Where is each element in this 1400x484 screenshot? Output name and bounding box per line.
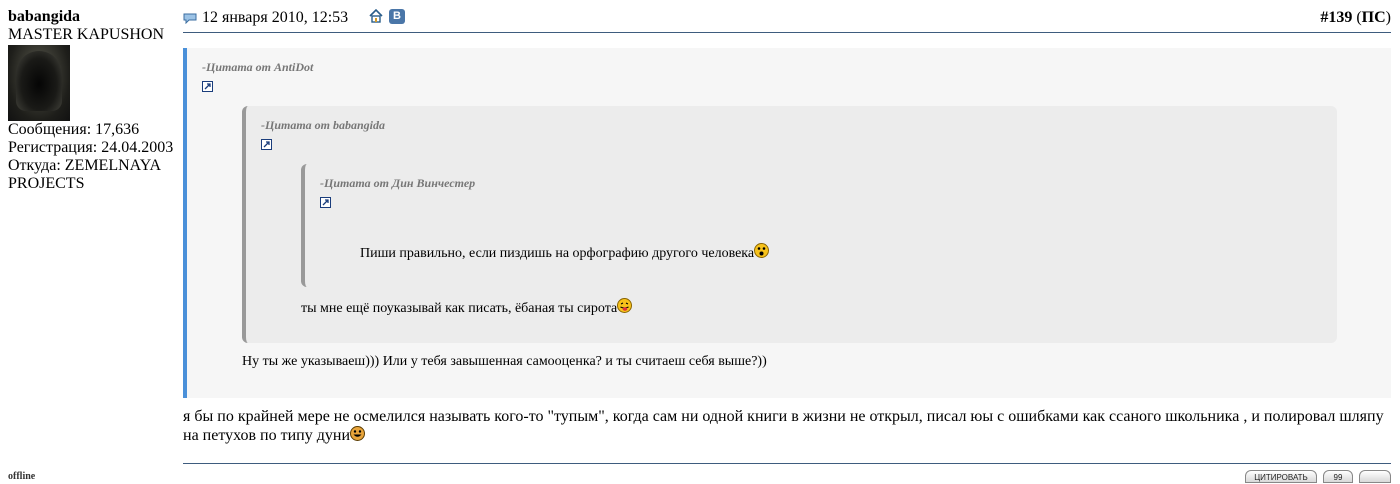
- quote-header: -Цитата от AntiDot: [202, 60, 314, 74]
- status-offline: offline: [8, 471, 36, 482]
- quote-text-content: ты мне ещё поуказывай как писать, ёбаная…: [301, 301, 618, 316]
- ps-label[interactable]: ПС: [1362, 9, 1386, 26]
- user-rank: MASTER KAPUSHON: [8, 26, 165, 43]
- grin-smiley-icon: [350, 426, 365, 441]
- user-posts: Сообщения: 17,636: [8, 121, 140, 138]
- post-message: я бы по крайней мере не осмелился называ…: [183, 408, 1393, 445]
- shocked-smiley-icon: [754, 243, 770, 258]
- ps-open: (: [1352, 9, 1362, 26]
- tongue-smiley-icon: [617, 298, 633, 313]
- post-number[interactable]: #139: [1320, 9, 1352, 26]
- multiquote-button[interactable]: 99: [1323, 470, 1353, 483]
- user-info: babangida MASTER KAPUSHON Сообщения: 17,…: [8, 8, 178, 193]
- quote-header: -Цитата от babangida: [261, 118, 386, 132]
- post-footer: ЦИТИРОВАТЬ 99: [183, 463, 1391, 483]
- username[interactable]: babangida: [8, 8, 178, 26]
- post-icon: [183, 11, 197, 25]
- quote-header: -Цитата от Дин Винчестер: [320, 176, 476, 190]
- quote-text-content: Пиши правильно, если пиздишь на орфограф…: [360, 246, 755, 261]
- ps-close: ): [1385, 9, 1391, 26]
- post-number-block: #139 (ПС): [1320, 9, 1391, 27]
- external-link-icon[interactable]: [261, 139, 272, 150]
- external-link-icon[interactable]: [320, 197, 331, 208]
- post-header: 12 января 2010, 12:53 В #139 (ПС): [183, 8, 1391, 33]
- user-location: Откуда: ZEMELNAYA: [8, 157, 162, 174]
- user-location-cont: PROJECTS: [8, 175, 85, 192]
- quote-text: Ну ты же указываеш))) Или у тебя завышен…: [242, 354, 767, 369]
- quote-text: ты мне ещё поуказывай как писать, ёбаная…: [301, 298, 633, 317]
- avatar[interactable]: [8, 45, 70, 121]
- home-icon[interactable]: [369, 8, 383, 23]
- quote-text: Пиши правильно, если пиздишь на орфограф…: [360, 243, 770, 262]
- post-date: 12 января 2010, 12:53: [202, 9, 349, 26]
- external-link-icon[interactable]: [202, 81, 213, 92]
- vk-icon[interactable]: В: [389, 9, 405, 24]
- quote-button[interactable]: ЦИТИРОВАТЬ: [1245, 470, 1317, 483]
- user-registration: Регистрация: 24.04.2003: [8, 139, 174, 156]
- report-button[interactable]: [1359, 470, 1391, 483]
